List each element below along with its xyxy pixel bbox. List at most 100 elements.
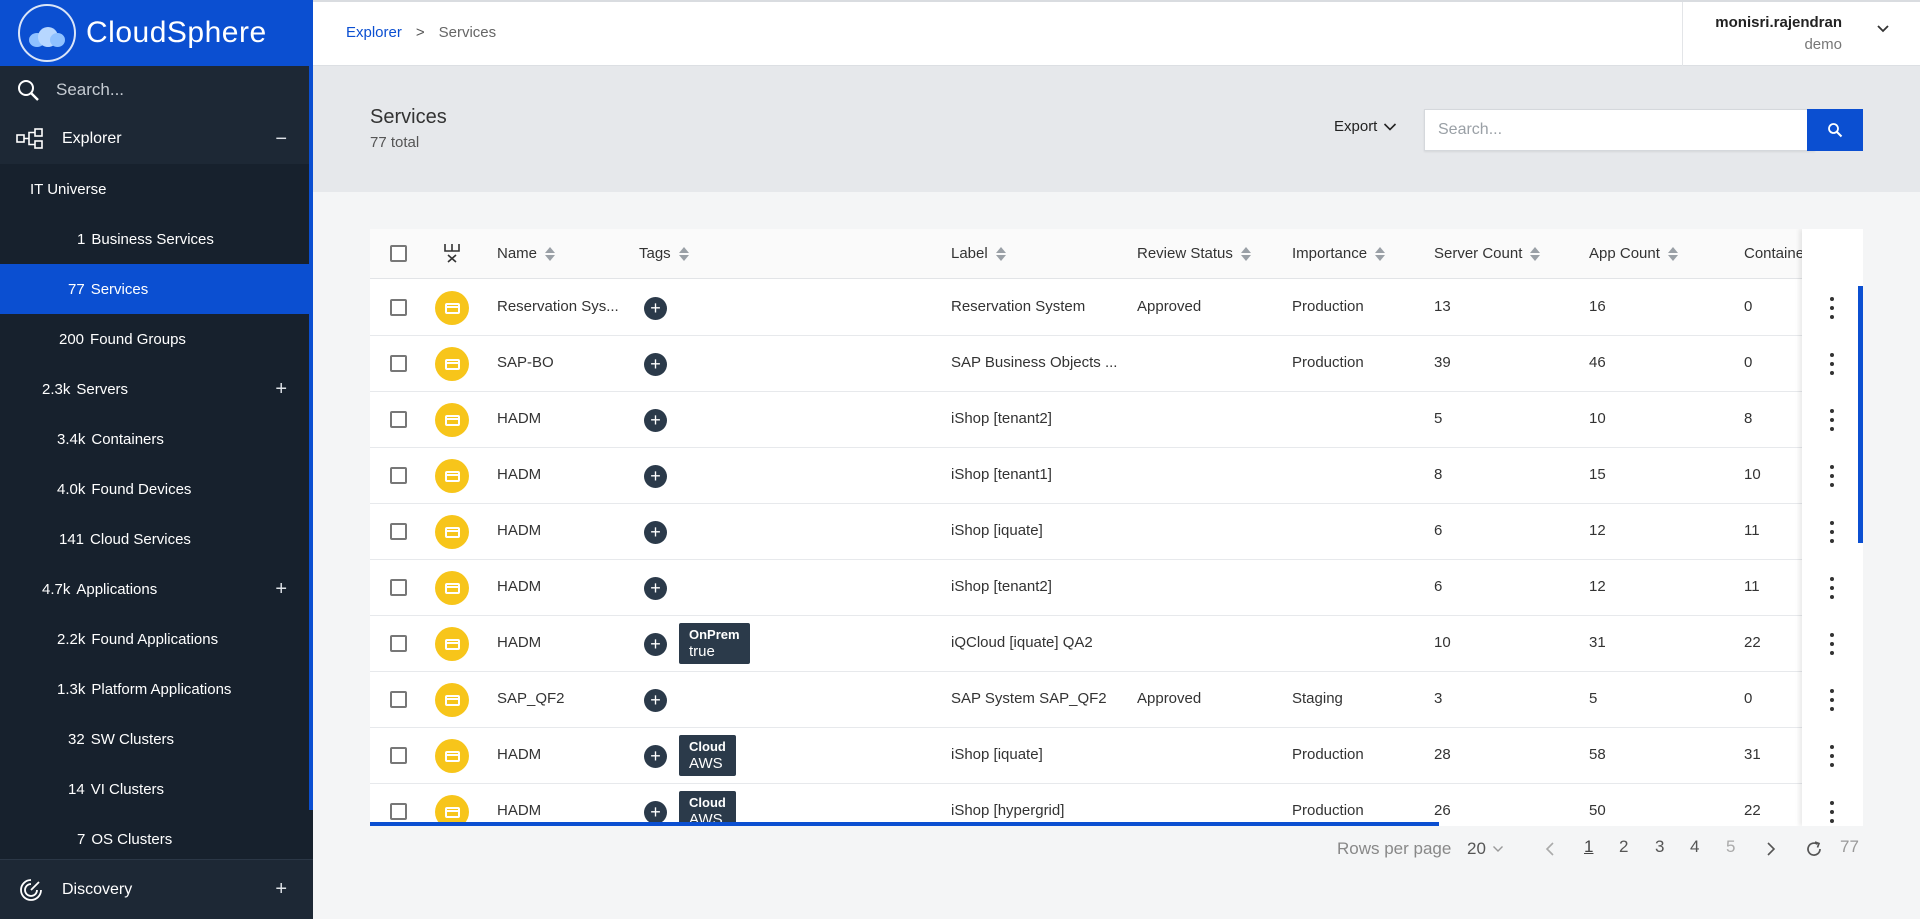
- previous-page-icon[interactable]: [1544, 841, 1556, 857]
- column-header-server-count[interactable]: Server Count: [1434, 245, 1541, 262]
- sidebar-item-cloud-services[interactable]: 141 Cloud Services: [0, 514, 313, 564]
- sort-icon[interactable]: [1667, 246, 1678, 261]
- page-2-button[interactable]: 2: [1619, 837, 1628, 857]
- column-header-review-status[interactable]: Review Status: [1137, 245, 1251, 262]
- table-row[interactable]: Reservation Sys... + Reservation System App…: [370, 280, 1863, 336]
- select-all-checkbox[interactable]: [390, 245, 407, 262]
- column-header-tags[interactable]: Tags: [639, 245, 689, 262]
- row-more-icon[interactable]: [1826, 745, 1838, 767]
- search-button[interactable]: [1807, 109, 1863, 151]
- row-checkbox[interactable]: [390, 299, 407, 316]
- add-tag-icon[interactable]: +: [644, 521, 667, 544]
- row-checkbox[interactable]: [390, 411, 407, 428]
- cell-name[interactable]: SAP-BO: [497, 354, 554, 371]
- column-header-importance[interactable]: Importance: [1292, 245, 1386, 262]
- table-horizontal-scrollbar[interactable]: [370, 822, 1439, 826]
- sidebar-item-found-devices[interactable]: 4.0k Found Devices: [0, 464, 313, 514]
- add-tag-icon[interactable]: +: [644, 353, 667, 376]
- sort-icon[interactable]: [1240, 246, 1251, 261]
- sidebar-item-business-services[interactable]: 1 Business Services: [0, 214, 313, 264]
- search-input[interactable]: Search...: [1424, 109, 1815, 151]
- cell-name[interactable]: HADM: [497, 522, 541, 539]
- row-checkbox[interactable]: [390, 803, 407, 820]
- sidebar-item-it-universe[interactable]: IT Universe: [0, 164, 313, 214]
- sidebar-item-applications[interactable]: 4.7k Applications +: [0, 564, 313, 614]
- sort-icon[interactable]: [995, 246, 1006, 261]
- table-row[interactable]: HADM + iShop [tenant2] 5 10 8: [370, 392, 1863, 448]
- row-checkbox[interactable]: [390, 579, 407, 596]
- page-4-button[interactable]: 4: [1690, 837, 1699, 857]
- sidebar-item-discovery[interactable]: Discovery +: [0, 859, 313, 919]
- sidebar-search-input[interactable]: Search...: [56, 80, 124, 100]
- column-settings-icon[interactable]: [442, 242, 462, 264]
- row-checkbox[interactable]: [390, 523, 407, 540]
- expand-icon[interactable]: +: [275, 578, 287, 601]
- cell-name[interactable]: HADM: [497, 634, 541, 651]
- table-row[interactable]: HADM + iShop [iquate] 6 12 11: [370, 504, 1863, 560]
- tag-chip[interactable]: Cloud AWS: [679, 735, 736, 776]
- brand-bar[interactable]: CloudSphere: [0, 0, 313, 66]
- sidebar-item-servers[interactable]: 2.3k Servers +: [0, 364, 313, 414]
- row-checkbox[interactable]: [390, 467, 407, 484]
- sidebar-item-explorer[interactable]: Explorer −: [0, 114, 313, 164]
- row-more-icon[interactable]: [1826, 353, 1838, 375]
- column-header-app-count[interactable]: App Count: [1589, 245, 1678, 262]
- sidebar-item-os-clusters[interactable]: 7 OS Clusters: [0, 814, 313, 864]
- table-row[interactable]: HADM + iShop [tenant2] 6 12 11: [370, 560, 1863, 616]
- sidebar-item-containers[interactable]: 3.4k Containers: [0, 414, 313, 464]
- add-tag-icon[interactable]: +: [644, 465, 667, 488]
- cell-name[interactable]: HADM: [497, 746, 541, 763]
- row-more-icon[interactable]: [1826, 465, 1838, 487]
- sidebar-item-sw-clusters[interactable]: 32 SW Clusters: [0, 714, 313, 764]
- table-row[interactable]: SAP-BO + SAP Business Objects ... Productio…: [370, 336, 1863, 392]
- expand-icon[interactable]: +: [275, 878, 287, 901]
- row-more-icon[interactable]: [1826, 409, 1838, 431]
- refresh-icon[interactable]: [1804, 839, 1824, 859]
- page-5-button[interactable]: 5: [1726, 837, 1735, 857]
- table-row[interactable]: SAP_QF2 + SAP System SAP_QF2 Approved Stagin…: [370, 672, 1863, 728]
- table-row[interactable]: HADM + iShop [tenant1] 8 15 10: [370, 448, 1863, 504]
- breadcrumb-explorer-link[interactable]: Explorer: [346, 24, 402, 41]
- sidebar-item-found-groups[interactable]: 200 Found Groups: [0, 314, 313, 364]
- row-more-icon[interactable]: [1826, 577, 1838, 599]
- sidebar-search[interactable]: Search...: [0, 66, 313, 114]
- expand-icon[interactable]: +: [275, 378, 287, 401]
- row-more-icon[interactable]: [1826, 689, 1838, 711]
- sort-icon[interactable]: [1375, 246, 1386, 261]
- collapse-icon[interactable]: −: [275, 128, 287, 151]
- page-3-button[interactable]: 3: [1655, 837, 1664, 857]
- row-checkbox[interactable]: [390, 355, 407, 372]
- add-tag-icon[interactable]: +: [644, 409, 667, 432]
- table-vertical-scrollbar[interactable]: [1858, 286, 1863, 543]
- tag-chip[interactable]: OnPrem true: [679, 623, 750, 664]
- cell-name[interactable]: Reservation Sys...: [497, 298, 619, 315]
- user-menu[interactable]: monisri.rajendran demo: [1682, 2, 1920, 66]
- column-header-label[interactable]: Label: [951, 245, 1006, 262]
- cell-name[interactable]: HADM: [497, 578, 541, 595]
- sidebar-item-services[interactable]: 77 Services: [0, 264, 313, 314]
- table-row[interactable]: HADM + Cloud AWS iShop [hypergrid] Production…: [370, 784, 1863, 826]
- export-button[interactable]: Export: [1334, 118, 1397, 135]
- add-tag-icon[interactable]: +: [644, 577, 667, 600]
- cell-name[interactable]: HADM: [497, 410, 541, 427]
- sort-icon[interactable]: [1530, 246, 1541, 261]
- add-tag-icon[interactable]: +: [644, 689, 667, 712]
- chevron-down-icon[interactable]: [1876, 24, 1890, 34]
- add-tag-icon[interactable]: +: [644, 801, 667, 824]
- row-checkbox[interactable]: [390, 747, 407, 764]
- sidebar-item-platform-applications[interactable]: 1.3k Platform Applications: [0, 664, 313, 714]
- rows-per-page-select[interactable]: 20: [1467, 837, 1504, 861]
- row-more-icon[interactable]: [1826, 633, 1838, 655]
- row-checkbox[interactable]: [390, 691, 407, 708]
- column-header-name[interactable]: Name: [497, 245, 556, 262]
- cell-name[interactable]: HADM: [497, 466, 541, 483]
- row-more-icon[interactable]: [1826, 801, 1838, 823]
- page-1-button[interactable]: 1: [1584, 837, 1593, 857]
- sort-icon[interactable]: [678, 246, 689, 261]
- sidebar-item-vi-clusters[interactable]: 14 VI Clusters: [0, 764, 313, 814]
- add-tag-icon[interactable]: +: [644, 633, 667, 656]
- add-tag-icon[interactable]: +: [644, 297, 667, 320]
- sidebar-item-found-applications[interactable]: 2.2k Found Applications: [0, 614, 313, 664]
- row-checkbox[interactable]: [390, 635, 407, 652]
- row-more-icon[interactable]: [1826, 521, 1838, 543]
